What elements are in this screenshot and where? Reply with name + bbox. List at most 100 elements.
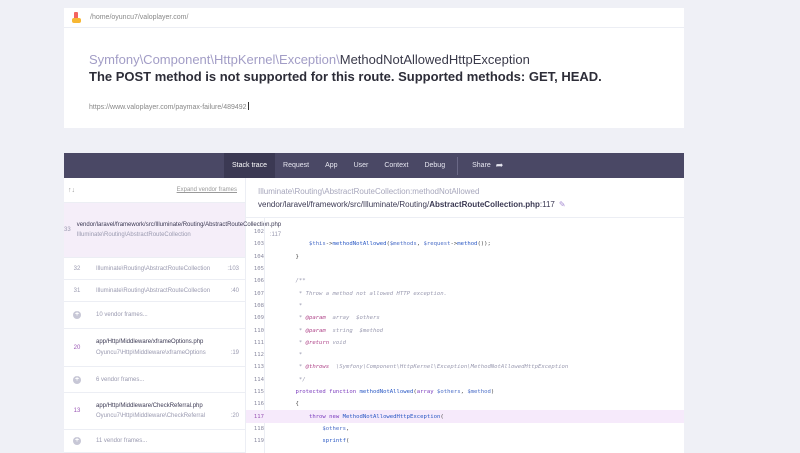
- tab-bar: Stack trace Request App User Context Deb…: [64, 153, 684, 178]
- line-number[interactable]: 117: [246, 414, 266, 420]
- ignition-logo-icon: [72, 11, 82, 24]
- code-viewer: Illuminate\Routing\AbstractRouteCollecti…: [246, 178, 684, 453]
- expand-vendor-frames-link[interactable]: Expand vendor frames: [177, 187, 237, 193]
- line-code: throw new MethodNotAllowedHttpException(: [308, 413, 444, 420]
- frame-index: 31: [73, 287, 81, 294]
- sort-arrows-icon[interactable]: ↑↓: [68, 187, 75, 194]
- line-code: *: [282, 352, 303, 359]
- code-line: 112 *: [246, 349, 684, 361]
- expand-plus-icon: +: [73, 311, 81, 319]
- line-number[interactable]: 118: [246, 426, 266, 432]
- tab-request[interactable]: Request: [275, 153, 317, 178]
- frames-list: ↑↓ Expand vendor frames 33 vendor/larave…: [64, 178, 281, 453]
- line-code: *: [282, 302, 303, 309]
- code-line: 119 sprintf(: [246, 435, 684, 447]
- line-number[interactable]: 119: [246, 438, 266, 444]
- tab-debug[interactable]: Debug: [416, 153, 453, 178]
- tab-user[interactable]: User: [346, 153, 377, 178]
- line-number[interactable]: 116: [246, 401, 266, 407]
- code-line: 115 protected function methodNotAllowed(…: [246, 386, 684, 398]
- line-number[interactable]: 105: [246, 266, 266, 272]
- app-path: /home/oyuncu7/valoplayer.com/: [90, 14, 189, 21]
- vendor-frames-group[interactable]: + 6 vendor frames...: [64, 367, 245, 393]
- code-line: 103 $this->methodNotAllowed($methods, $r…: [246, 238, 684, 250]
- vendor-frames-label: 6 vendor frames...: [96, 376, 145, 383]
- code-line: 118 $others,: [246, 423, 684, 435]
- error-header-card: /home/oyuncu7/valoplayer.com/ Symfony\Co…: [64, 8, 684, 128]
- stack-frame[interactable]: 31 Illuminate\Routing\AbstractRouteColle…: [64, 280, 245, 302]
- line-code: $this->methodNotAllowed($methods, $reque…: [308, 241, 491, 248]
- tab-stack-trace[interactable]: Stack trace: [224, 153, 276, 178]
- line-number[interactable]: 107: [246, 291, 266, 297]
- line-code: /**: [282, 278, 306, 285]
- code-line: 114 */: [246, 374, 684, 386]
- frame-class: Oyuncu7\Http\Middleware\CheckReferral: [96, 413, 206, 420]
- frame-line: :40: [230, 287, 239, 294]
- stack-trace-panel: ↑↓ Expand vendor frames 33 vendor/larave…: [64, 178, 684, 453]
- line-number[interactable]: 109: [246, 315, 266, 321]
- line-number[interactable]: 113: [246, 364, 266, 370]
- line-code: $others,: [322, 425, 350, 432]
- code-line: 105: [246, 263, 684, 275]
- frame-function: Illuminate\Routing\AbstractRouteCollecti…: [258, 187, 480, 196]
- code-line: 102: [246, 226, 684, 238]
- line-number[interactable]: 104: [246, 254, 266, 260]
- share-arrow-icon: ➦: [495, 160, 504, 170]
- line-code: * Throw a method not allowed HTTP except…: [282, 290, 448, 297]
- code-header: Illuminate\Routing\AbstractRouteCollecti…: [246, 178, 684, 218]
- code-line: 113 * @throws \Symfony\Component\HttpKer…: [246, 361, 684, 373]
- frame-class: Illuminate\Routing\AbstractRouteCollecti…: [96, 265, 211, 272]
- edit-pencil-icon[interactable]: ✎: [559, 200, 566, 209]
- text-cursor: [247, 102, 249, 110]
- line-number[interactable]: 110: [246, 328, 266, 334]
- path-bar: /home/oyuncu7/valoplayer.com/: [64, 8, 684, 28]
- frame-index: 13: [73, 408, 81, 414]
- line-number[interactable]: 103: [246, 241, 266, 247]
- stack-frame[interactable]: 20 app/Http/Middleware/xframeOptions.php…: [64, 329, 245, 367]
- line-code: }: [282, 253, 299, 260]
- stack-frame[interactable]: 32 Illuminate\Routing\AbstractRouteColle…: [64, 258, 245, 280]
- line-number[interactable]: 115: [246, 389, 266, 395]
- line-code: sprintf(: [322, 438, 350, 445]
- line-number[interactable]: 114: [246, 377, 266, 383]
- stack-frame[interactable]: 33 vendor/laravel/framework/src/Illumina…: [64, 203, 281, 258]
- share-button[interactable]: Share ➦: [464, 153, 511, 178]
- frame-line: :19: [230, 349, 239, 356]
- line-number[interactable]: 108: [246, 303, 266, 309]
- exception-message: The POST method is not supported for thi…: [89, 69, 602, 84]
- tab-context[interactable]: Context: [376, 153, 416, 178]
- vendor-frames-group[interactable]: + 10 vendor frames...: [64, 302, 245, 329]
- line-code: * @return void: [282, 339, 346, 346]
- frame-line: :103: [227, 265, 239, 272]
- vendor-frames-group[interactable]: + 11 vendor frames...: [64, 430, 245, 453]
- frame-class: Illuminate\Routing\AbstractRouteCollecti…: [76, 232, 191, 239]
- stack-frame[interactable]: 13 app/Http/Middleware/CheckReferral.php…: [64, 393, 245, 430]
- line-code: * @throws \Symfony\Component\HttpKernel\…: [282, 364, 569, 371]
- tab-app[interactable]: App: [317, 153, 345, 178]
- line-number[interactable]: 111: [246, 340, 266, 346]
- code-line-highlighted: 117 throw new MethodNotAllowedHttpExcept…: [246, 410, 684, 423]
- frame-index: 32: [73, 265, 81, 272]
- line-number[interactable]: 106: [246, 278, 266, 284]
- code-line: 111 * @return void: [246, 337, 684, 349]
- frame-class: Oyuncu7\Http\Middleware\xframeOptions: [96, 349, 206, 356]
- frame-class: Illuminate\Routing\AbstractRouteCollecti…: [96, 287, 211, 294]
- line-code: * @param string $method: [282, 327, 384, 334]
- exception-class: Symfony\Component\HttpKernel\Exception\M…: [89, 52, 530, 67]
- line-number[interactable]: 112: [246, 352, 266, 358]
- code-line: 116 {: [246, 398, 684, 410]
- code-line: 104 }: [246, 251, 684, 263]
- frame-file: app/Http/Middleware/xframeOptions.php: [96, 339, 204, 346]
- frames-header: ↑↓ Expand vendor frames: [64, 178, 245, 203]
- request-url[interactable]: https://www.valoplayer.com/paymax-failur…: [89, 102, 249, 111]
- line-code: * @param array $others: [282, 315, 380, 322]
- line-code: */: [282, 376, 306, 383]
- code-line: 109 * @param array $others: [246, 312, 684, 324]
- code-line: 107 * Throw a method not allowed HTTP ex…: [246, 287, 684, 299]
- expand-plus-icon: +: [73, 437, 81, 445]
- vendor-frames-label: 10 vendor frames...: [96, 312, 148, 318]
- frame-line: :20: [230, 413, 239, 420]
- line-number[interactable]: 102: [246, 229, 266, 235]
- frame-index: 33: [64, 227, 71, 233]
- expand-plus-icon: +: [73, 375, 81, 384]
